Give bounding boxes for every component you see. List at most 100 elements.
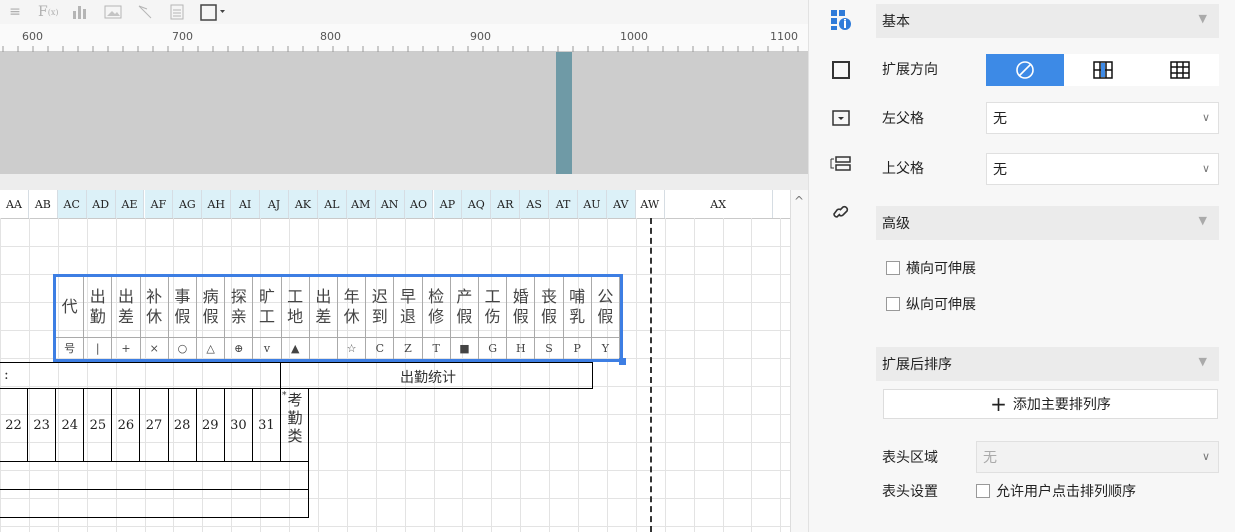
no-expand-option[interactable] xyxy=(986,54,1064,86)
column-header[interactable]: AP xyxy=(433,190,463,218)
image-icon[interactable] xyxy=(104,2,122,22)
top-parent-select[interactable]: 无 ∨ xyxy=(986,153,1219,185)
column-header[interactable]: AJ xyxy=(260,190,289,218)
horizontal-expand-option[interactable] xyxy=(1141,54,1219,86)
column-header[interactable]: AG xyxy=(173,190,203,218)
chevron-down-icon[interactable]: ▼ xyxy=(1199,12,1207,25)
border-dropdown-icon[interactable] xyxy=(200,2,226,22)
ruler-label: 600 xyxy=(22,30,43,43)
legend-name: 代 xyxy=(56,277,85,337)
horizontal-expand-checkbox[interactable]: 横向可伸展 xyxy=(886,258,976,278)
column-header[interactable]: AI xyxy=(231,190,261,218)
sort-section-header[interactable]: 扩展后排序 ▼ xyxy=(876,347,1219,381)
checkbox-icon[interactable] xyxy=(886,297,900,311)
column-header[interactable]: AX xyxy=(665,190,773,218)
column-header[interactable]: AO xyxy=(404,190,434,218)
column-header[interactable]: AH xyxy=(202,190,232,218)
column-guide[interactable] xyxy=(556,52,572,174)
day-column-header[interactable]: 26 xyxy=(112,389,141,461)
column-header[interactable]: AS xyxy=(520,190,550,218)
column-header[interactable]: AV xyxy=(606,190,636,218)
hyperlink-icon[interactable] xyxy=(829,200,853,224)
header-area-select[interactable]: 无 ∨ xyxy=(976,441,1219,473)
chevron-down-icon[interactable]: ▼ xyxy=(1199,355,1207,368)
scroll-up-icon[interactable]: ^ xyxy=(794,194,804,208)
column-header[interactable]: AW xyxy=(636,190,665,218)
spreadsheet-grid[interactable]: AA AB AC AD AE AF AG AH AI AJ AK AL AM AN AO AP AQ AR AS AT… xyxy=(0,190,790,532)
legend-name: 早退 xyxy=(394,277,423,337)
column-header[interactable]: AR xyxy=(491,190,521,218)
allow-sort-checkbox[interactable]: 允许用户点击排列顺序 xyxy=(976,481,1136,501)
column-header[interactable]: AL xyxy=(317,190,347,218)
selected-legend-block[interactable]: 代号出勤 | 出差 + 补休 × 事假 ○ 病假 △ 探亲 ⊕ 旷工 v 工地 ▲ 出差 年休 ☆ 迟到 C 早退 Z 检修 T… xyxy=(53,274,626,365)
column-header[interactable]: AK xyxy=(289,190,318,218)
design-canvas[interactable] xyxy=(0,52,808,174)
day-column-header[interactable]: 30 xyxy=(225,389,253,461)
column-header[interactable]: AC xyxy=(57,190,87,218)
legend-symbol: 号 xyxy=(56,337,85,359)
legend-name: 产假 xyxy=(451,277,479,337)
document-icon[interactable] xyxy=(168,2,186,22)
column-header[interactable]: AQ xyxy=(462,190,492,218)
legend-name: 出勤 xyxy=(84,277,113,337)
cell-marker: * xyxy=(282,391,287,401)
checkbox-icon[interactable] xyxy=(976,484,990,498)
legend-symbol: G xyxy=(479,337,508,359)
day-column-header[interactable]: 25 xyxy=(84,389,113,461)
advanced-section-header[interactable]: 高级 ▼ xyxy=(876,206,1219,240)
day-column-header[interactable]: 29 xyxy=(197,389,225,461)
grid-line xyxy=(751,218,753,532)
vertical-expand-option[interactable] xyxy=(1064,54,1142,86)
column-header[interactable]: AN xyxy=(375,190,405,218)
resize-handle[interactable] xyxy=(619,358,626,365)
legend-symbol: H xyxy=(507,337,536,359)
day-column-header[interactable]: 24 xyxy=(56,389,85,461)
slash-icon[interactable] xyxy=(136,2,154,22)
widget-icon[interactable] xyxy=(829,106,853,130)
header-area-label: 表头区域 xyxy=(882,450,938,466)
basic-section-header[interactable]: 基本 ▼ xyxy=(876,4,1219,38)
align-icon[interactable]: ≡ xyxy=(6,2,24,22)
legend-name: 检修 xyxy=(423,277,451,337)
grid-line xyxy=(606,218,608,532)
checkbox-icon[interactable] xyxy=(886,261,900,275)
add-primary-sort-button[interactable]: + 添加主要排列序 xyxy=(883,389,1218,419)
vertical-expand-checkbox[interactable]: 纵向可伸展 xyxy=(886,294,976,314)
column-header[interactable]: AA xyxy=(0,190,29,218)
column-header[interactable]: AM xyxy=(346,190,376,218)
horizontal-ruler: 600 700 800 900 1000 1100 xyxy=(0,24,808,52)
chevron-down-icon[interactable]: ∨ xyxy=(1202,450,1210,463)
chevron-down-icon[interactable]: ∨ xyxy=(1202,162,1210,175)
expand-direction-toggle[interactable] xyxy=(986,54,1219,86)
column-header[interactable]: AB xyxy=(29,190,58,218)
day-column-header[interactable]: 22 xyxy=(0,389,29,461)
day-column-header[interactable]: 28 xyxy=(169,389,197,461)
cell-style-icon[interactable] xyxy=(829,58,853,82)
chevron-down-icon[interactable]: ▼ xyxy=(1199,214,1207,227)
legend-symbol: Y xyxy=(592,337,620,359)
stat-colon: : xyxy=(4,367,9,383)
vertical-scrollbar[interactable]: ^ xyxy=(790,190,808,532)
day-column-header[interactable]: 27 xyxy=(141,389,169,461)
day-column-header[interactable]: 31 xyxy=(253,389,281,461)
table-line xyxy=(0,461,309,462)
left-parent-select[interactable]: 无 ∨ xyxy=(986,102,1219,134)
chevron-down-icon[interactable]: ∨ xyxy=(1202,111,1210,124)
legend-name: 探亲 xyxy=(225,277,254,337)
grid-line xyxy=(0,246,790,247)
attendance-type-cell[interactable]: * 考勤类 xyxy=(281,389,309,461)
day-column-header[interactable]: 23 xyxy=(28,389,57,461)
column-header[interactable]: AT xyxy=(549,190,578,218)
formula-icon[interactable]: F (x) xyxy=(38,2,58,22)
cell-attribute-icon[interactable] xyxy=(829,8,853,32)
vertical-expand-icon xyxy=(1092,61,1113,79)
legend-name: 丧假 xyxy=(535,277,564,337)
column-header[interactable]: AE xyxy=(115,190,145,218)
condition-attribute-icon[interactable] xyxy=(829,152,853,176)
column-header[interactable]: AD xyxy=(86,190,116,218)
legend-symbol: ▲ xyxy=(282,337,310,359)
column-header[interactable]: AF xyxy=(144,190,174,218)
property-icon-bar xyxy=(808,0,870,532)
column-header[interactable]: AU xyxy=(578,190,607,218)
bar-chart-icon[interactable] xyxy=(72,2,90,22)
